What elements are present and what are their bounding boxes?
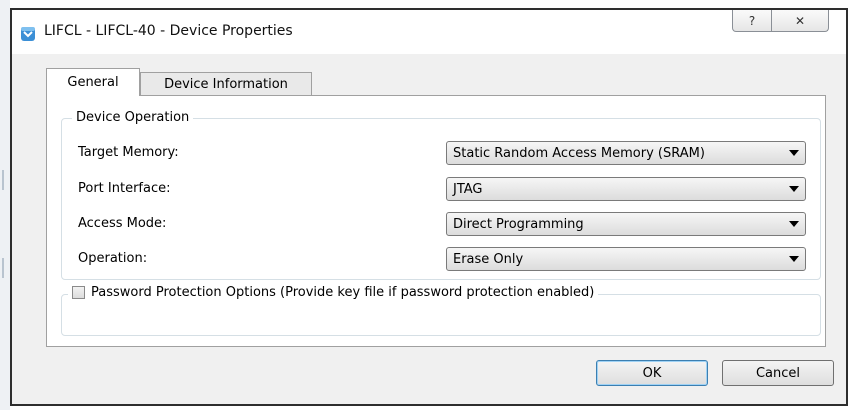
operation-value: Erase Only [453,251,524,267]
port-interface-select[interactable]: JTAG [446,177,806,201]
device-operation-group: Device Operation Target Memory: Static R… [61,110,821,280]
ok-button[interactable]: OK [596,360,708,386]
chevron-down-icon [789,221,799,227]
port-interface-value: JTAG [453,181,483,197]
access-mode-value: Direct Programming [453,216,584,232]
port-interface-label: Port Interface: [78,181,171,196]
access-mode-select[interactable]: Direct Programming [446,212,806,236]
device-properties-dialog: LIFCL - LIFCL-40 - Device Properties ? ✕… [10,8,848,406]
close-button[interactable]: ✕ [771,10,829,32]
operation-label: Operation: [78,251,148,266]
password-protection-group: Password Protection Options (Provide key… [61,285,821,336]
tab-device-information[interactable]: Device Information [140,72,312,96]
edge-mark [2,170,4,190]
target-memory-select[interactable]: Static Random Access Memory (SRAM) [446,141,806,165]
chevron-down-icon [789,150,799,156]
app-icon [20,26,36,42]
general-tab-panel: Device Operation Target Memory: Static R… [46,95,826,347]
device-operation-legend: Device Operation [72,110,194,125]
tab-general[interactable]: General [46,68,140,96]
target-memory-label: Target Memory: [78,145,179,160]
password-protection-label: Password Protection Options (Provide key… [91,285,595,300]
chevron-down-icon [789,256,799,262]
access-mode-label: Access Mode: [78,216,167,231]
cancel-button[interactable]: Cancel [722,360,834,386]
title-bar[interactable]: LIFCL - LIFCL-40 - Device Properties ? ✕ [12,10,846,54]
background-edge [0,0,10,410]
target-memory-value: Static Random Access Memory (SRAM) [453,145,705,161]
edge-mark [2,258,4,278]
password-protection-option[interactable]: Password Protection Options (Provide key… [68,285,599,300]
close-icon: ✕ [794,13,806,28]
window-title: LIFCL - LIFCL-40 - Device Properties [44,23,293,39]
help-icon: ? [748,13,756,28]
chevron-down-icon [789,186,799,192]
operation-select[interactable]: Erase Only [446,247,806,271]
help-button[interactable]: ? [732,10,772,32]
password-protection-checkbox[interactable] [72,286,85,299]
